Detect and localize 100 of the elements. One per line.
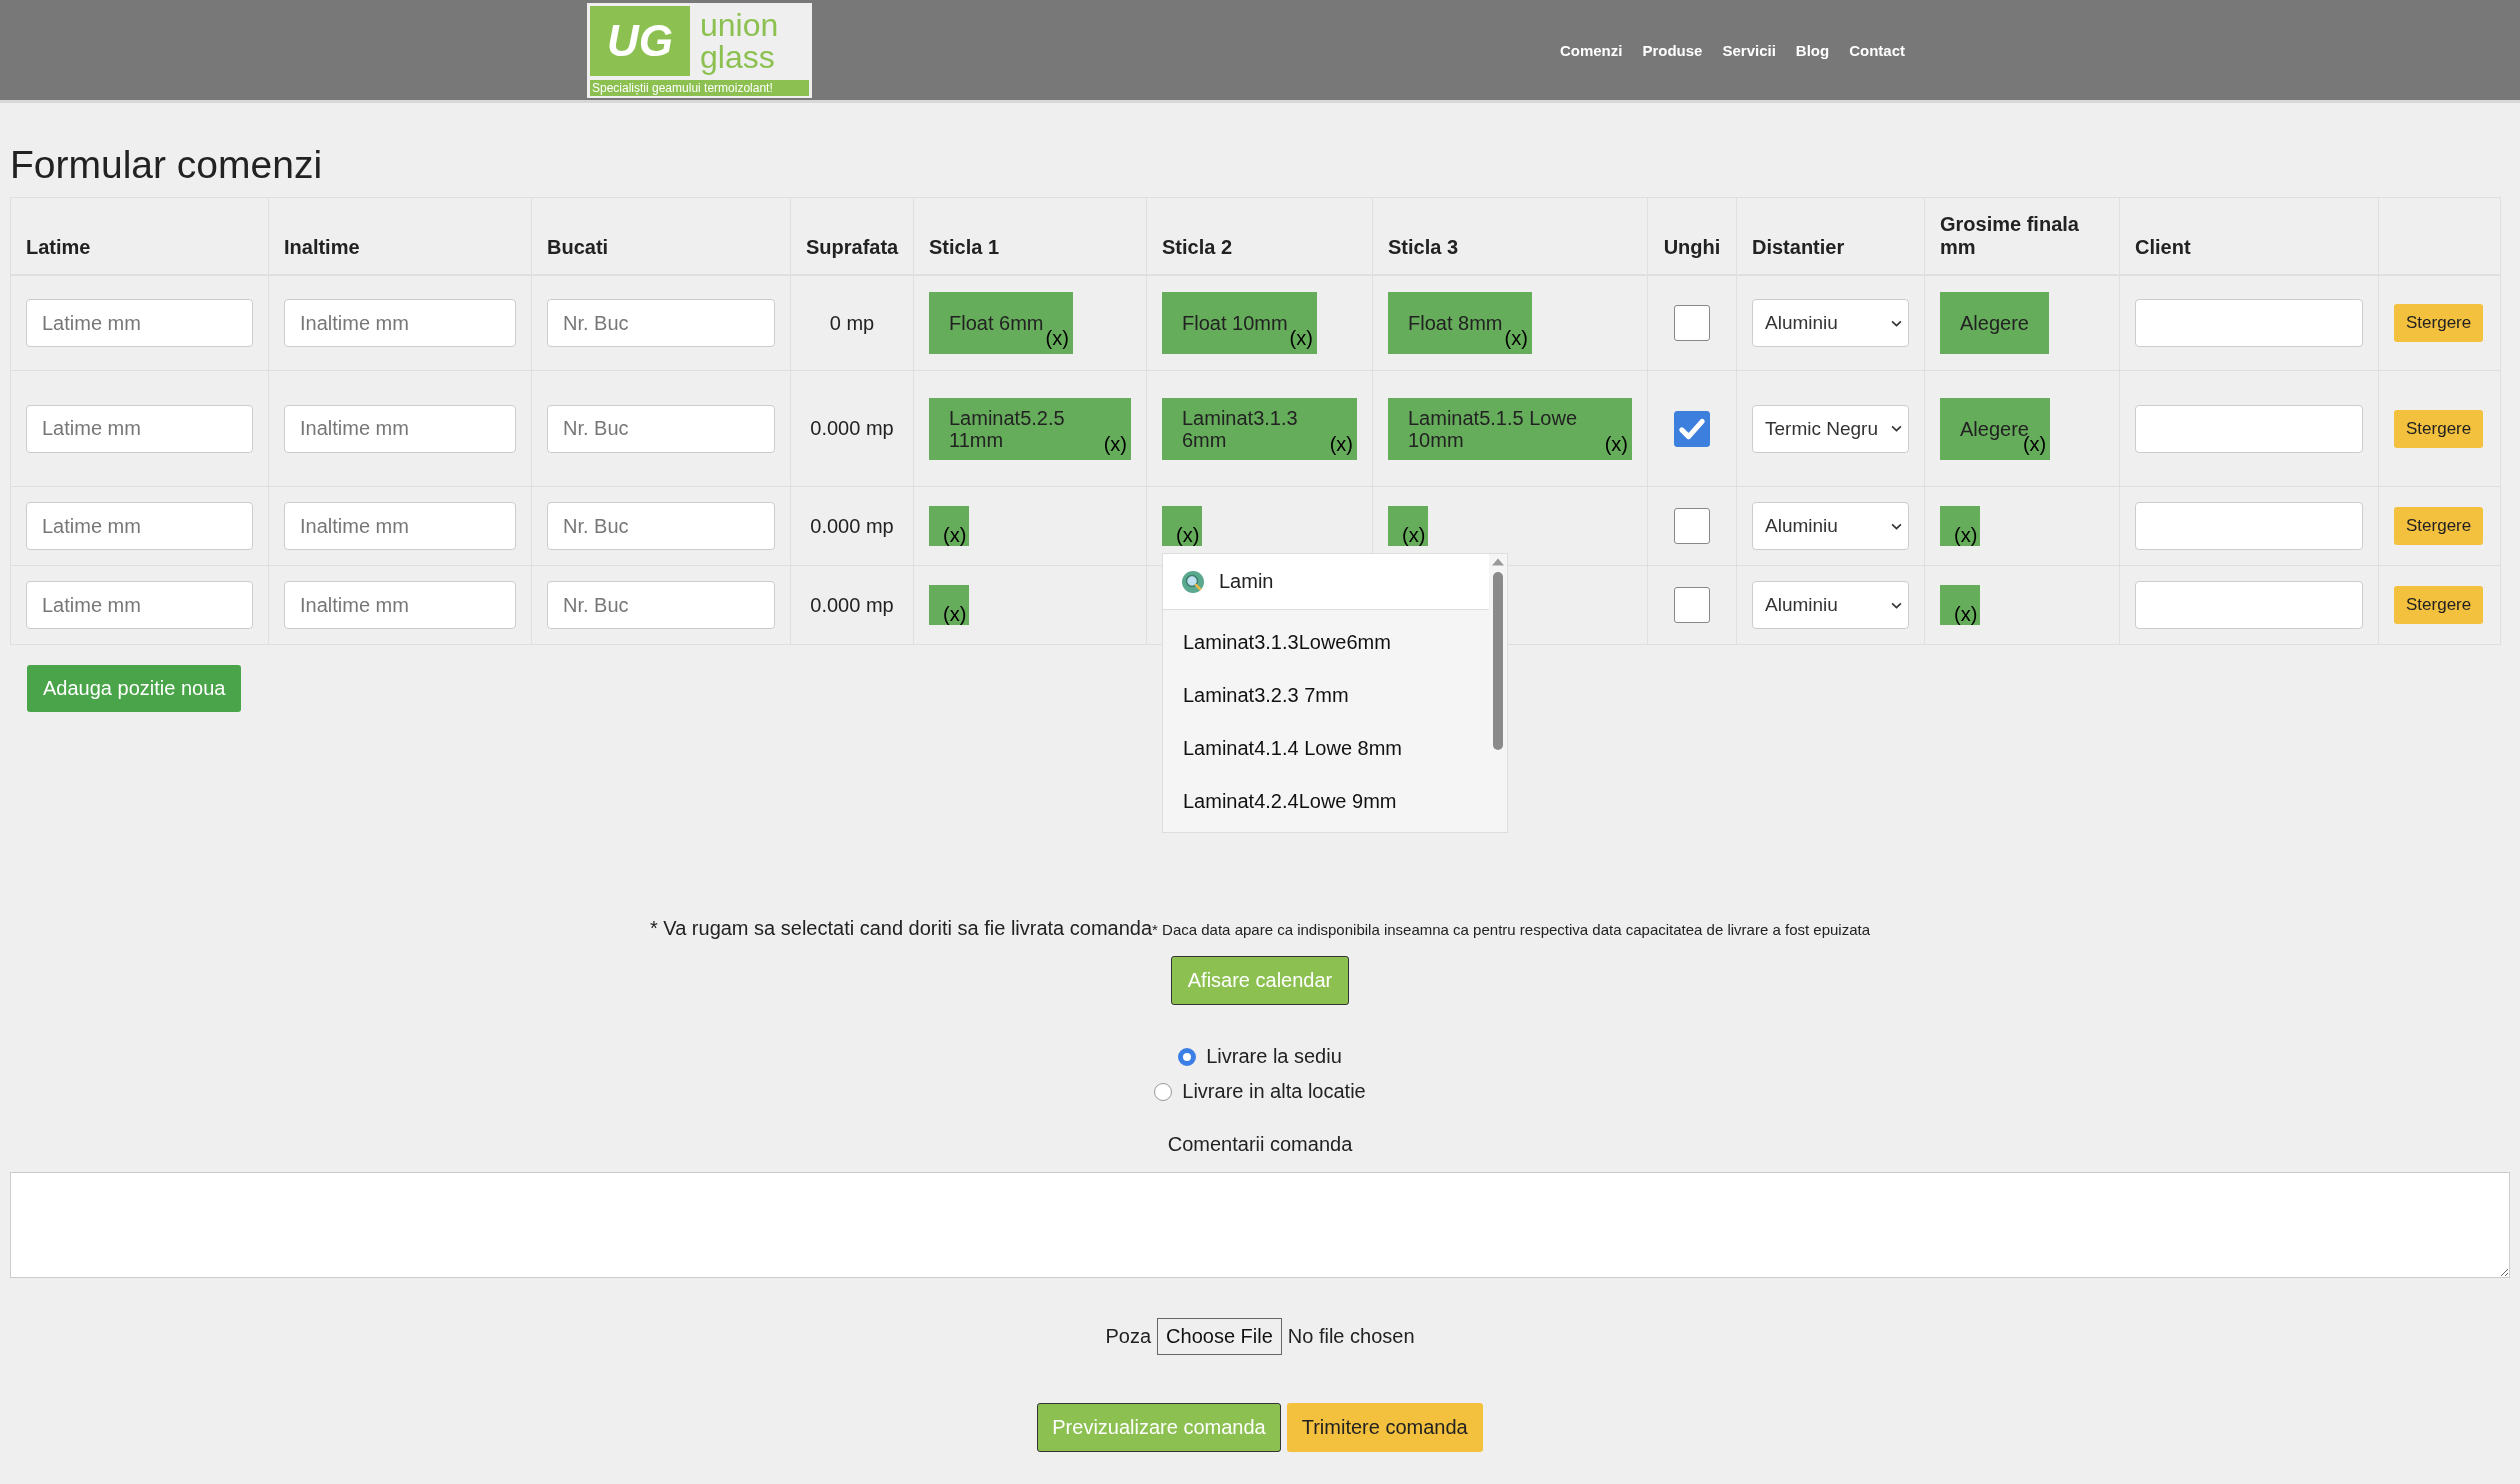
width-field[interactable]: Latime mm xyxy=(26,299,253,347)
column-header: Client xyxy=(2135,236,2191,258)
dropdown-option[interactable]: Laminat3.2.3 7mm xyxy=(1163,669,1507,722)
glass-picker[interactable] xyxy=(1162,506,1202,546)
remove-link[interactable]: (x) xyxy=(1504,327,1528,350)
logo-tagline: Specialiștii geamului termoizolant! xyxy=(590,79,809,96)
remove-link[interactable]: (x) xyxy=(1402,524,1426,547)
height-field[interactable]: Inaltime mm xyxy=(284,404,516,453)
delete-button[interactable]: Stergere xyxy=(2394,586,2484,624)
column-header: Sticla 3 xyxy=(1388,236,1459,258)
area-value: 0.000 mp xyxy=(810,593,894,616)
width-field[interactable]: Latime mm xyxy=(26,581,253,629)
chevron-icon xyxy=(1891,522,1902,530)
thickness-tag[interactable]: Alegere (x) xyxy=(1940,397,2051,460)
delivery-note: * Va rugam sa selectati cand doriti sa fie livrata comanda xyxy=(649,917,1153,939)
pieces-field[interactable]: Nr. Buc xyxy=(547,299,775,347)
client-field[interactable] xyxy=(2135,581,2363,629)
remove-link[interactable]: (x) xyxy=(1604,432,1628,456)
glass-tag[interactable]: Float 8mm (x) xyxy=(1388,292,1532,354)
height-field[interactable]: Inaltime mm xyxy=(284,502,516,550)
radio-label[interactable]: Livrare in alta locatie xyxy=(1182,1080,1366,1103)
column-header: Unghi xyxy=(1663,236,1721,258)
column-header: Latime xyxy=(26,236,91,258)
width-field[interactable]: Latime mm xyxy=(26,502,253,550)
chevron-icon xyxy=(1891,425,1902,432)
logo-word: glass xyxy=(700,40,776,73)
remove-link[interactable]: (x) xyxy=(1329,432,1353,456)
photo-label: Poza xyxy=(1105,1325,1152,1348)
remove-link[interactable]: (x) xyxy=(1954,603,1978,626)
glass-tag[interactable]: Float 6mm (x) xyxy=(929,292,1073,354)
nav-link[interactable]: Blog xyxy=(1795,41,1830,59)
comments-field[interactable] xyxy=(10,1172,2510,1278)
glass-picker[interactable] xyxy=(1388,506,1428,546)
logo-word: union xyxy=(700,8,779,41)
radio-button[interactable] xyxy=(1154,1082,1173,1101)
client-field[interactable] xyxy=(2135,502,2363,550)
area-value: 0.000 mp xyxy=(810,417,894,439)
angle-checkbox[interactable] xyxy=(1674,587,1710,623)
nav-link[interactable]: Produse xyxy=(1642,41,1703,59)
spacer-select[interactable]: Termic Negru xyxy=(1752,404,1909,453)
pieces-field[interactable]: Nr. Buc xyxy=(547,404,775,453)
column-header: Sticla 1 xyxy=(929,236,1000,258)
logo-mark: UG xyxy=(590,5,690,76)
pieces-field[interactable]: Nr. Buc xyxy=(547,502,775,550)
glass-tag[interactable]: Float 10mm (x) xyxy=(1162,292,1317,354)
nav-link[interactable]: Servicii xyxy=(1722,41,1776,59)
area-value: 0.000 mp xyxy=(810,514,894,537)
remove-link[interactable]: (x) xyxy=(943,603,967,626)
height-field[interactable]: Inaltime mm xyxy=(284,581,516,629)
thickness-picker[interactable] xyxy=(1940,585,1980,625)
page-title: Formular comenzi xyxy=(10,143,324,187)
angle-checkbox[interactable] xyxy=(1674,305,1710,341)
comments-label: Comentarii comanda xyxy=(1167,1133,1353,1156)
angle-checkbox[interactable] xyxy=(1674,508,1710,544)
glass-tag[interactable]: Laminat5.1.5 Lowe 10mm (x) xyxy=(1388,397,1632,460)
radio-label[interactable]: Livrare la sediu xyxy=(1206,1045,1342,1068)
column-header: Inaltime xyxy=(284,236,360,258)
chevron-icon xyxy=(1891,601,1902,609)
arrow-up-icon[interactable] xyxy=(1492,558,1504,566)
nav-link[interactable]: Contact xyxy=(1849,41,1905,59)
delete-button[interactable]: Stergere xyxy=(2394,507,2484,545)
column-header: Bucati xyxy=(547,236,609,258)
width-field[interactable]: Latime mm xyxy=(26,404,253,453)
column-header: Sticla 2 xyxy=(1162,236,1233,258)
dropdown-option[interactable]: Laminat4.2.4Lowe 9mm xyxy=(1163,775,1507,828)
delivery-hint: * Daca data apare ca indisponibila inseamna ca pentru respectiva data capacitatea de livrare a fost epuizata xyxy=(1152,921,1871,938)
remove-link[interactable]: (x) xyxy=(1176,524,1200,547)
chevron-icon xyxy=(1891,319,1902,327)
thickness-tag[interactable]: Alegere xyxy=(1940,292,2049,354)
glass-tag[interactable]: Laminat5.2.5 11mm (x) xyxy=(929,397,1131,460)
delete-button[interactable]: Stergere xyxy=(2394,409,2484,448)
nav-link[interactable]: Comenzi xyxy=(1559,41,1623,59)
glass-picker[interactable] xyxy=(929,585,969,625)
remove-link[interactable]: (x) xyxy=(943,524,967,547)
remove-link[interactable]: (x) xyxy=(1954,524,1978,547)
area-value: 0 mp xyxy=(829,311,875,334)
submit-button[interactable]: Trimitere comanda xyxy=(1286,1403,1483,1452)
client-field[interactable] xyxy=(2135,299,2363,347)
remove-link[interactable]: (x) xyxy=(1103,432,1127,456)
dropdown-option[interactable]: Laminat3.1.3Lowe6mm xyxy=(1163,616,1507,669)
remove-link[interactable]: (x) xyxy=(1289,327,1313,350)
thickness-picker[interactable] xyxy=(1940,506,1980,546)
choose-file-button[interactable]: Choose File xyxy=(1157,1318,1282,1355)
dropdown-option[interactable]: Laminat4.1.4 Lowe 8mm xyxy=(1163,722,1507,775)
height-field[interactable]: Inaltime mm xyxy=(284,299,516,347)
spacer-select[interactable]: Aluminiu xyxy=(1752,502,1909,550)
search-icon xyxy=(1181,569,1205,594)
column-header: Suprafata xyxy=(806,236,899,258)
angle-checkbox[interactable] xyxy=(1674,410,1710,447)
delete-button[interactable]: Stergere xyxy=(2394,304,2484,342)
client-field[interactable] xyxy=(2135,404,2363,453)
spacer-select[interactable]: Aluminiu xyxy=(1752,299,1909,347)
glass-tag[interactable]: Laminat3.1.3 6mm (x) xyxy=(1162,397,1357,460)
pieces-field[interactable]: Nr. Buc xyxy=(547,581,775,629)
search-text[interactable]: Lamin xyxy=(1219,570,1274,593)
radio-button[interactable] xyxy=(1178,1047,1197,1066)
file-status: No file chosen xyxy=(1287,1325,1415,1348)
glass-picker[interactable] xyxy=(929,506,969,546)
spacer-select[interactable]: Aluminiu xyxy=(1752,581,1909,629)
remove-link[interactable]: (x) xyxy=(1045,327,1069,350)
